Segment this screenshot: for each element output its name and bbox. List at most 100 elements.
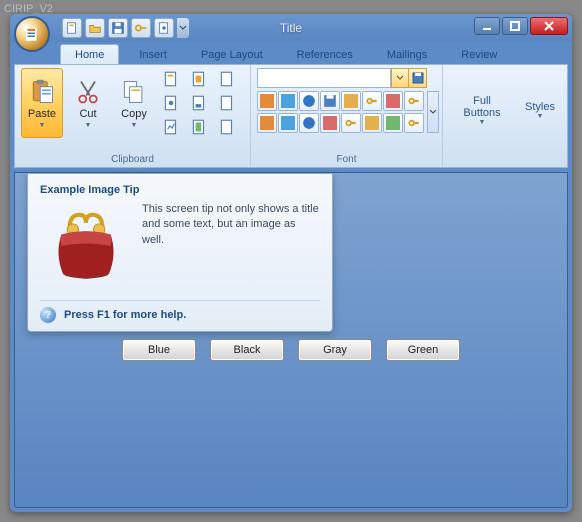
- swatch-icon: [281, 94, 295, 108]
- small-button[interactable]: [187, 68, 211, 90]
- tab-home[interactable]: Home: [60, 44, 119, 64]
- tip-help-row: ? Press F1 for more help.: [40, 301, 320, 323]
- small-button[interactable]: [215, 68, 239, 90]
- quick-access-toolbar: [62, 18, 189, 38]
- paste-button[interactable]: Paste ▼: [21, 68, 63, 138]
- gallery-item[interactable]: [320, 113, 340, 133]
- save-icon: [412, 72, 424, 84]
- font-save-button[interactable]: [409, 68, 427, 88]
- key-icon: [407, 94, 421, 108]
- help-icon: ?: [40, 307, 56, 323]
- gallery-item[interactable]: [362, 91, 382, 111]
- qat-button-5[interactable]: [154, 18, 174, 38]
- app-icon: [23, 25, 41, 43]
- blue-button[interactable]: Blue: [122, 339, 196, 361]
- minimize-icon: [481, 20, 493, 32]
- small-button[interactable]: [159, 92, 183, 114]
- chevron-down-icon: ▼: [39, 122, 46, 129]
- tab-review[interactable]: Review: [447, 45, 511, 64]
- clipboard-small-col-3: [215, 68, 239, 138]
- document-icon: [162, 118, 180, 136]
- group-side: Full Buttons▼ Styles▼: [443, 65, 567, 167]
- small-button[interactable]: [215, 116, 239, 138]
- gallery-item[interactable]: [383, 113, 403, 133]
- copy-button[interactable]: Copy ▼: [113, 68, 155, 138]
- gallery-item[interactable]: [299, 91, 319, 111]
- document-icon: [218, 70, 236, 88]
- clipboard-small-col-2: [187, 68, 211, 138]
- font-input[interactable]: [257, 68, 391, 88]
- save-icon: [323, 94, 337, 108]
- ribbon: Paste ▼ Cut ▼ Copy ▼: [14, 64, 568, 168]
- small-button[interactable]: [187, 92, 211, 114]
- save-icon: [111, 21, 125, 35]
- gallery-item[interactable]: [320, 91, 340, 111]
- document-icon: [162, 70, 180, 88]
- copy-label: Copy: [121, 108, 147, 120]
- document-icon: [218, 94, 236, 112]
- cut-label: Cut: [79, 108, 96, 120]
- qat-dropdown[interactable]: [177, 18, 189, 38]
- black-button[interactable]: Black: [210, 339, 284, 361]
- small-button[interactable]: [159, 116, 183, 138]
- minimize-button[interactable]: [474, 17, 500, 35]
- gallery-item[interactable]: [362, 113, 382, 133]
- gallery-expand-button[interactable]: [427, 91, 439, 133]
- swatch-icon: [302, 94, 316, 108]
- font-controls: [257, 68, 439, 133]
- app-orb-button[interactable]: [14, 16, 50, 52]
- close-button[interactable]: [530, 17, 568, 35]
- gallery-item[interactable]: [278, 91, 298, 111]
- gallery-item[interactable]: [404, 91, 424, 111]
- qat-button-2[interactable]: [85, 18, 105, 38]
- gallery-item[interactable]: [341, 91, 361, 111]
- maximize-button[interactable]: [502, 17, 528, 35]
- group-label-clipboard: Clipboard: [21, 153, 244, 165]
- gallery-item[interactable]: [404, 113, 424, 133]
- qat-button-3[interactable]: [108, 18, 128, 38]
- green-button[interactable]: Green: [386, 339, 460, 361]
- tab-insert[interactable]: Insert: [125, 45, 181, 64]
- titlebar: Title: [10, 14, 572, 42]
- small-button[interactable]: [187, 116, 211, 138]
- paste-label: Paste: [28, 108, 56, 120]
- swatch-icon: [281, 116, 295, 130]
- swatch-icon: [386, 94, 400, 108]
- chevron-down-icon: ▼: [85, 122, 92, 129]
- tab-page-layout[interactable]: Page Layout: [187, 45, 277, 64]
- group-label-empty: [449, 153, 561, 165]
- copy-icon: [120, 78, 148, 106]
- swatch-icon: [323, 116, 337, 130]
- swatch-icon: [386, 116, 400, 130]
- gallery-item[interactable]: [257, 113, 277, 133]
- gallery-item[interactable]: [278, 113, 298, 133]
- maximize-icon: [509, 20, 521, 32]
- tip-image: [40, 202, 132, 290]
- tab-references[interactable]: References: [283, 45, 367, 64]
- small-button[interactable]: [215, 92, 239, 114]
- tip-body-text: This screen tip not only shows a title a…: [142, 202, 320, 290]
- full-buttons-dropdown[interactable]: Full Buttons▼: [455, 95, 509, 126]
- qat-button-4[interactable]: [131, 18, 151, 38]
- styles-dropdown[interactable]: Styles▼: [525, 101, 555, 120]
- small-button[interactable]: [159, 68, 183, 90]
- gallery-item[interactable]: [383, 91, 403, 111]
- gallery-item[interactable]: [299, 113, 319, 133]
- chevron-down-icon: [179, 24, 187, 32]
- cut-button[interactable]: Cut ▼: [67, 68, 109, 138]
- close-icon: [543, 20, 555, 32]
- window-title: Title: [280, 21, 302, 35]
- swatch-icon: [260, 94, 274, 108]
- tab-mailings[interactable]: Mailings: [373, 45, 441, 64]
- gallery-item[interactable]: [257, 91, 277, 111]
- qat-button-1[interactable]: [62, 18, 82, 38]
- key-icon: [407, 116, 421, 130]
- gray-button[interactable]: Gray: [298, 339, 372, 361]
- gallery-item[interactable]: [341, 113, 361, 133]
- font-dropdown-button[interactable]: [391, 68, 409, 88]
- tip-help-text: Press F1 for more help.: [64, 309, 186, 321]
- key-icon: [134, 21, 148, 35]
- folder-icon: [88, 21, 102, 35]
- document-icon: [157, 21, 171, 35]
- document-icon: [218, 118, 236, 136]
